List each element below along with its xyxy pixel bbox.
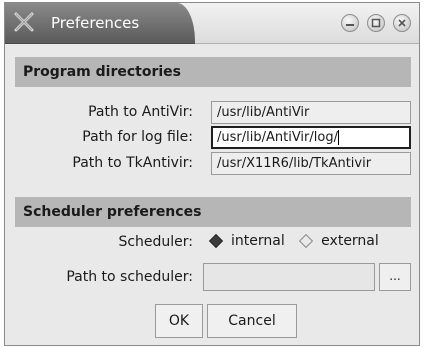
maximize-icon[interactable]: [367, 14, 385, 32]
radio-internal-label: internal: [231, 233, 285, 249]
log-file-path-label: Path for log file:: [82, 129, 193, 145]
app-x-icon: [13, 11, 35, 33]
log-file-path-field[interactable]: /usr/lib/AntiVir/log/: [211, 126, 411, 149]
scheduler-path-label: Path to scheduler:: [66, 269, 193, 285]
scheduler-radio-group: internal external: [208, 233, 383, 250]
window-title: Preferences: [51, 14, 140, 32]
program-directories-header: Program directories: [15, 57, 411, 87]
preferences-window: Preferences Program directories Path to …: [4, 2, 420, 346]
radio-external[interactable]: external: [299, 233, 379, 249]
text-caret: [337, 130, 339, 145]
scheduler-label: Scheduler:: [118, 234, 193, 250]
cancel-button[interactable]: Cancel: [207, 304, 297, 338]
radio-internal[interactable]: internal: [208, 233, 285, 249]
radio-unselected-icon: [299, 233, 314, 249]
tkantivir-path-field[interactable]: /usr/X11R6/lib/TkAntivir: [211, 152, 411, 175]
browse-button[interactable]: ...: [379, 263, 411, 291]
radio-selected-icon: [208, 233, 224, 249]
title-tab: Preferences: [5, 3, 195, 44]
close-icon[interactable]: [393, 14, 411, 32]
title-bar[interactable]: Preferences: [5, 3, 419, 44]
radio-external-label: external: [321, 233, 379, 249]
tkantivir-path-label: Path to TkAntivir:: [72, 155, 193, 171]
scheduler-preferences-header: Scheduler preferences: [15, 197, 411, 227]
antivir-path-label: Path to AntiVir:: [88, 104, 193, 120]
antivir-path-field[interactable]: /usr/lib/AntiVir: [211, 101, 411, 124]
ok-button[interactable]: OK: [155, 304, 203, 338]
minimize-icon[interactable]: [341, 14, 359, 32]
scheduler-path-field[interactable]: [203, 263, 375, 291]
